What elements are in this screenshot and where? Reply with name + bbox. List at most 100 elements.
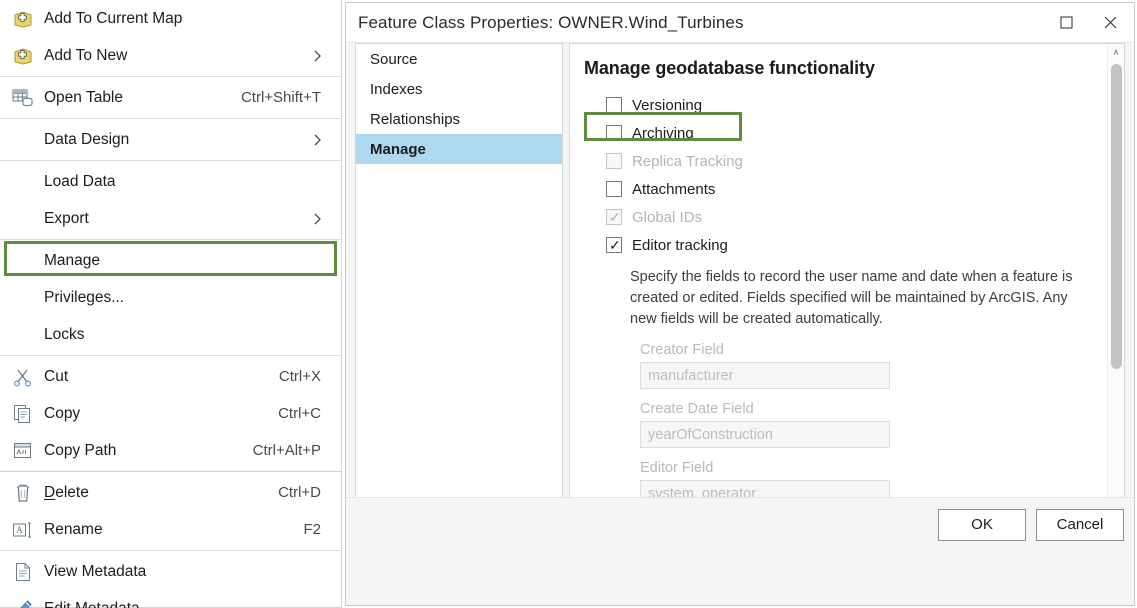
- menu-item-copy-path[interactable]: Copy PathCtrl+Alt+P: [0, 432, 341, 469]
- titlebar-controls: [1044, 3, 1132, 41]
- ok-button[interactable]: OK: [938, 509, 1026, 541]
- menu-item-label: Edit Metadata: [42, 600, 327, 608]
- checkbox-label: Editor tracking: [632, 237, 728, 254]
- menu-separator: [0, 355, 341, 356]
- dialog-title: Feature Class Properties: OWNER.Wind_Tur…: [346, 13, 744, 33]
- menu-item-label: Rename: [42, 521, 303, 539]
- menu-item-label: Copy Path: [42, 442, 253, 460]
- checkbox-label: Attachments: [632, 181, 715, 198]
- checkbox-box[interactable]: [606, 181, 622, 197]
- menu-item-view-metadata[interactable]: View Metadata: [0, 553, 341, 590]
- nav-item-source[interactable]: Source: [356, 44, 562, 74]
- no-icon: [10, 129, 36, 151]
- menu-separator: [0, 76, 341, 77]
- menu-item-add-to-new[interactable]: Add To New: [0, 37, 341, 74]
- manage-heading: Manage geodatabase functionality: [584, 58, 1104, 79]
- checkbox-label: Replica Tracking: [632, 153, 743, 170]
- field-input-create-date-field: yearOfConstruction: [640, 421, 890, 448]
- menu-item-label: Open Table: [42, 89, 241, 107]
- menu-separator: [0, 239, 341, 240]
- menu-item-privileges[interactable]: Privileges...: [0, 279, 341, 316]
- no-icon: [10, 171, 36, 193]
- menu-item-label: Copy: [42, 405, 278, 423]
- menu-item-label: Load Data: [42, 173, 327, 191]
- menu-item-locks[interactable]: Locks: [0, 316, 341, 353]
- screen: Add To Current MapAdd To NewOpen TableCt…: [0, 0, 1137, 608]
- checkbox-label: Global IDs: [632, 209, 702, 226]
- copy-icon: [10, 403, 36, 425]
- chevron-right-icon: [313, 49, 327, 63]
- menu-item-delete[interactable]: DeleteCtrl+D: [0, 474, 341, 511]
- menu-item-export[interactable]: Export: [0, 200, 341, 237]
- scroll-up-icon[interactable]: ∧: [1108, 44, 1124, 61]
- menu-separator: [0, 118, 341, 119]
- svg-text:A: A: [16, 525, 23, 535]
- checkbox-box[interactable]: ✓: [606, 237, 622, 253]
- cancel-button[interactable]: Cancel: [1036, 509, 1124, 541]
- nav-item-label: Indexes: [370, 81, 423, 98]
- close-icon[interactable]: [1088, 3, 1132, 41]
- no-icon: [10, 324, 36, 346]
- menu-item-edit-metadata[interactable]: Edit Metadata: [0, 590, 341, 608]
- menu-separator: [0, 160, 341, 161]
- menu-item-label: Cut: [42, 368, 279, 386]
- dialog-titlebar: Feature Class Properties: OWNER.Wind_Tur…: [346, 3, 1134, 43]
- menu-item-label: Locks: [42, 326, 327, 344]
- dialog-content-panel: Manage geodatabase functionality Version…: [569, 43, 1125, 546]
- menu-item-label: Add To Current Map: [42, 10, 327, 28]
- menu-item-copy[interactable]: CopyCtrl+C: [0, 395, 341, 432]
- checkbox-label: Versioning: [632, 97, 702, 114]
- chevron-right-icon: [313, 133, 327, 147]
- menu-item-load-data[interactable]: Load Data: [0, 163, 341, 200]
- menu-separator: [0, 550, 341, 551]
- menu-item-manage[interactable]: Manage: [0, 242, 341, 279]
- checkbox-attachments[interactable]: Attachments: [584, 175, 1104, 203]
- nav-item-label: Manage: [370, 141, 426, 158]
- checkbox-replica-tracking: Replica Tracking: [584, 147, 1104, 175]
- geodatabase-functionality-checkbox-list: Versioning Archiving Replica Tracking Attac…: [584, 91, 1104, 259]
- context-menu: Add To Current MapAdd To NewOpen TableCt…: [0, 0, 342, 608]
- maximize-icon[interactable]: [1044, 3, 1088, 41]
- document-icon: [10, 561, 36, 583]
- content-scrollbar[interactable]: ∧ ∨: [1107, 44, 1124, 545]
- checkbox-label: Archiving: [632, 125, 694, 142]
- checkbox-box[interactable]: [606, 125, 622, 141]
- menu-item-shortcut: Ctrl+D: [278, 484, 327, 501]
- checkbox-editor-tracking[interactable]: ✓ Editor tracking: [584, 231, 1104, 259]
- menu-item-label: View Metadata: [42, 563, 327, 581]
- nav-item-manage[interactable]: Manage: [356, 134, 562, 164]
- nav-item-indexes[interactable]: Indexes: [356, 74, 562, 104]
- menu-item-shortcut: Ctrl+Shift+T: [241, 89, 327, 106]
- manage-settings-form: Manage geodatabase functionality Version…: [570, 44, 1104, 539]
- menu-item-shortcut: Ctrl+C: [278, 405, 327, 422]
- no-icon: [10, 208, 36, 230]
- field-label-create-date-field: Create Date Field: [640, 401, 1104, 417]
- menu-item-label: Data Design: [42, 131, 313, 149]
- menu-item-label: Export: [42, 210, 313, 228]
- menu-item-open-table[interactable]: Open TableCtrl+Shift+T: [0, 79, 341, 116]
- rename-icon: A: [10, 519, 36, 541]
- field-label-editor-field: Editor Field: [640, 460, 1104, 476]
- checkbox-box[interactable]: [606, 97, 622, 113]
- menu-item-shortcut: F2: [303, 521, 327, 538]
- pencil-icon: [10, 598, 36, 608]
- chevron-right-icon: [313, 212, 327, 226]
- field-input-creator-field: manufacturer: [640, 362, 890, 389]
- menu-item-shortcut: Ctrl+Alt+P: [253, 442, 327, 459]
- no-icon: [10, 287, 36, 309]
- checkbox-archiving[interactable]: Archiving: [584, 119, 1104, 147]
- menu-item-data-design[interactable]: Data Design: [0, 121, 341, 158]
- checkbox-global-ids: ✓Global IDs: [584, 203, 1104, 231]
- nav-item-label: Source: [370, 51, 418, 68]
- scrollbar-thumb[interactable]: [1111, 64, 1122, 369]
- menu-item-cut[interactable]: CutCtrl+X: [0, 358, 341, 395]
- checkbox-versioning[interactable]: Versioning: [584, 91, 1104, 119]
- nav-item-relationships[interactable]: Relationships: [356, 104, 562, 134]
- menu-item-add-to-current-map[interactable]: Add To Current Map: [0, 0, 341, 37]
- checkbox-box: [606, 153, 622, 169]
- nav-item-label: Relationships: [370, 111, 460, 128]
- no-icon: [10, 250, 36, 272]
- field-label-creator-field: Creator Field: [640, 342, 1104, 358]
- menu-item-rename[interactable]: A RenameF2: [0, 511, 341, 548]
- menu-item-shortcut: Ctrl+X: [279, 368, 327, 385]
